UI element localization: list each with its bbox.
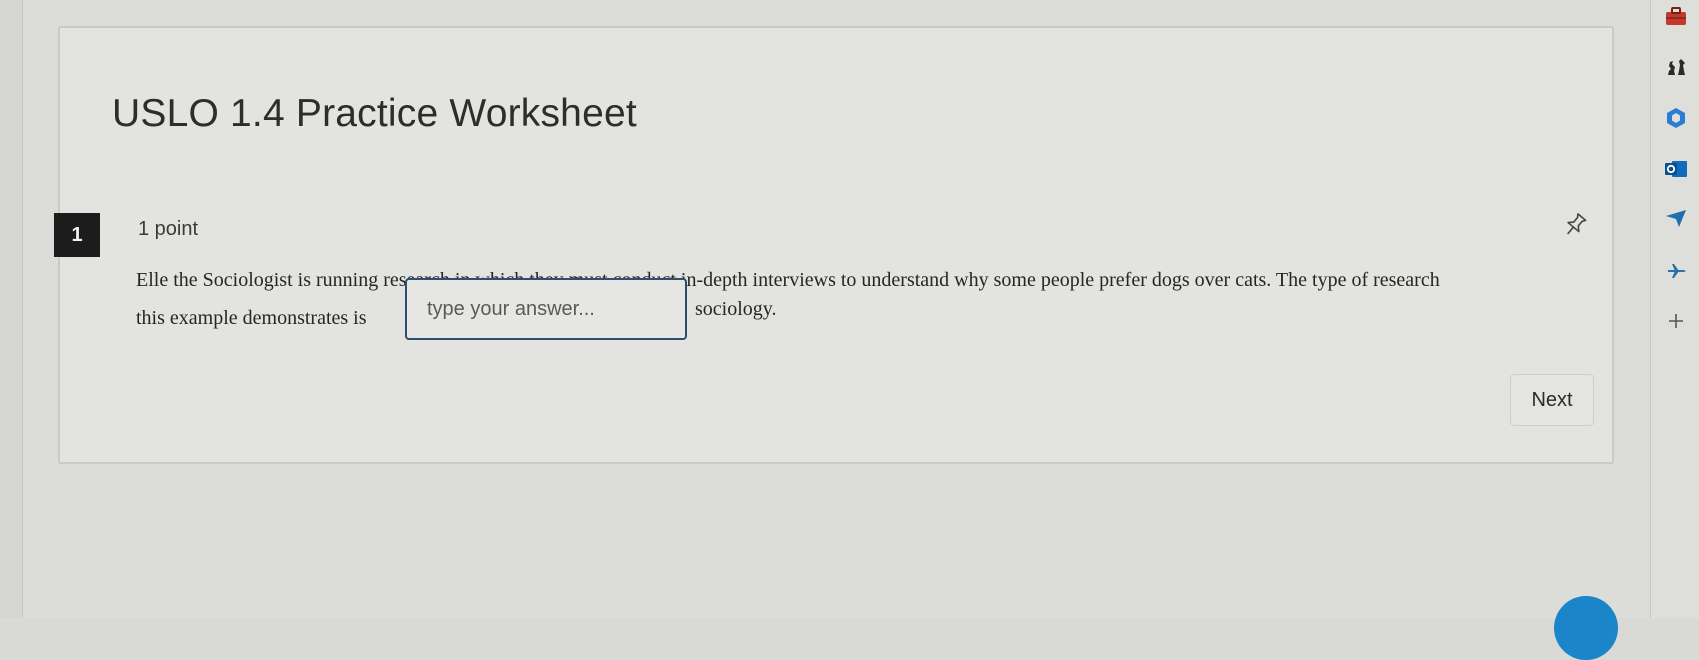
help-fab[interactable] (1554, 596, 1618, 660)
outlook-icon[interactable] (1663, 156, 1689, 182)
left-strip (0, 0, 23, 618)
chess-icon[interactable] (1663, 54, 1689, 80)
answer-input[interactable] (405, 278, 687, 340)
pin-icon[interactable] (1564, 212, 1588, 240)
question-card: USLO 1.4 Practice Worksheet 1 1 point El… (54, 26, 1614, 464)
office-icon[interactable] (1663, 105, 1689, 131)
briefcase-icon[interactable] (1663, 4, 1689, 30)
send-icon[interactable] (1663, 205, 1689, 231)
plus-icon[interactable] (1663, 308, 1689, 334)
page: USLO 1.4 Practice Worksheet 1 1 point El… (0, 0, 1650, 618)
airplane-icon[interactable] (1663, 258, 1689, 284)
question-text-line2: this example demonstrates is (136, 307, 367, 329)
question-number: 1 (54, 213, 100, 257)
question-text-line1: Elle the Sociologist is running research… (136, 269, 1440, 291)
page-title: USLO 1.4 Practice Worksheet (112, 92, 637, 135)
question-points: 1 point (138, 218, 199, 240)
browser-sidebar (1650, 0, 1699, 618)
question-text-after: sociology. (695, 298, 777, 320)
next-button[interactable]: Next (1510, 374, 1594, 426)
